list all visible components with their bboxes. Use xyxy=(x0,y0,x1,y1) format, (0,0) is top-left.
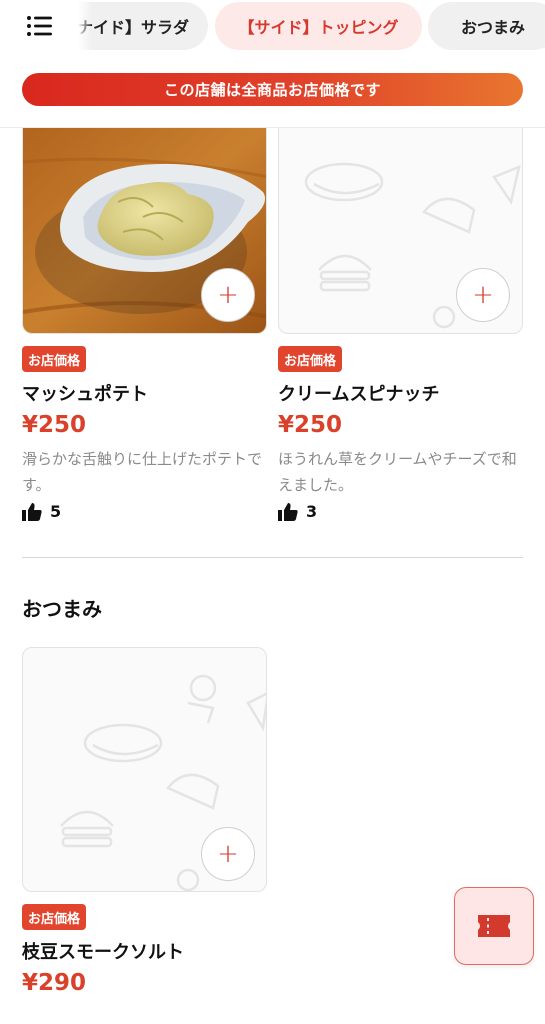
menu-card-mashed-potato[interactable]: + お店価格 マッシュポテト ¥250 滑らかな舌触りに仕上げたポテトです。 5 xyxy=(22,122,267,528)
store-price-banner: この店舗は全商品お店価格です xyxy=(22,73,523,106)
item-name: 枝豆スモークソルト xyxy=(22,942,184,963)
top-header: ナイド】サラダ 【サイド】トッピング おつまみ この店舗は全商品お店価格です xyxy=(0,0,545,128)
like-count-value: 3 xyxy=(306,502,318,521)
item-price: ¥250 xyxy=(22,412,87,438)
item-price: ¥250 xyxy=(278,412,343,438)
item-price: ¥290 xyxy=(22,970,87,996)
tab-side-salad[interactable]: ナイド】サラダ xyxy=(78,2,208,50)
plus-icon: + xyxy=(217,839,239,869)
tab-side-topping[interactable]: 【サイド】トッピング xyxy=(215,2,422,50)
store-price-badge: お店価格 xyxy=(22,346,87,372)
add-to-cart-button[interactable]: + xyxy=(456,268,510,322)
item-name: マッシュポテト xyxy=(22,384,148,405)
order-list-button[interactable] xyxy=(454,887,534,965)
section-divider xyxy=(22,557,523,558)
store-price-badge: お店価格 xyxy=(22,904,87,930)
menu-button[interactable] xyxy=(18,8,62,44)
thumbs-up-icon xyxy=(278,502,298,521)
category-tabs: ナイド】サラダ 【サイド】トッピング おつまみ xyxy=(78,2,545,50)
item-description: 滑らかな舌触りに仕上げたポテトです。 xyxy=(22,450,263,494)
like-count-value: 5 xyxy=(50,502,62,521)
like-count[interactable]: 3 xyxy=(278,502,317,521)
item-name: クリームスピナッチ xyxy=(278,384,440,405)
menu-card-edamame[interactable]: + お店価格 枝豆スモークソルト ¥290 xyxy=(22,647,267,1007)
section-title: おつまみ xyxy=(22,597,102,621)
tab-otsumami[interactable]: おつまみ xyxy=(428,2,545,50)
menu-card-cream-spinach[interactable]: + お店価格 クリームスピナッチ ¥250 ほうれん草をクリームやチーズで和えま… xyxy=(278,122,523,528)
item-description: ほうれん草をクリームやチーズで和えました。 xyxy=(278,450,517,494)
plus-icon: + xyxy=(217,280,239,310)
thumbs-up-icon xyxy=(22,502,42,521)
ticket-icon xyxy=(478,915,510,937)
store-price-badge: お店価格 xyxy=(278,346,343,372)
menu-icon xyxy=(27,16,52,36)
like-count[interactable]: 5 xyxy=(22,502,61,521)
plus-icon: + xyxy=(472,280,494,310)
add-to-cart-button[interactable]: + xyxy=(201,268,255,322)
add-to-cart-button[interactable]: + xyxy=(201,827,255,881)
